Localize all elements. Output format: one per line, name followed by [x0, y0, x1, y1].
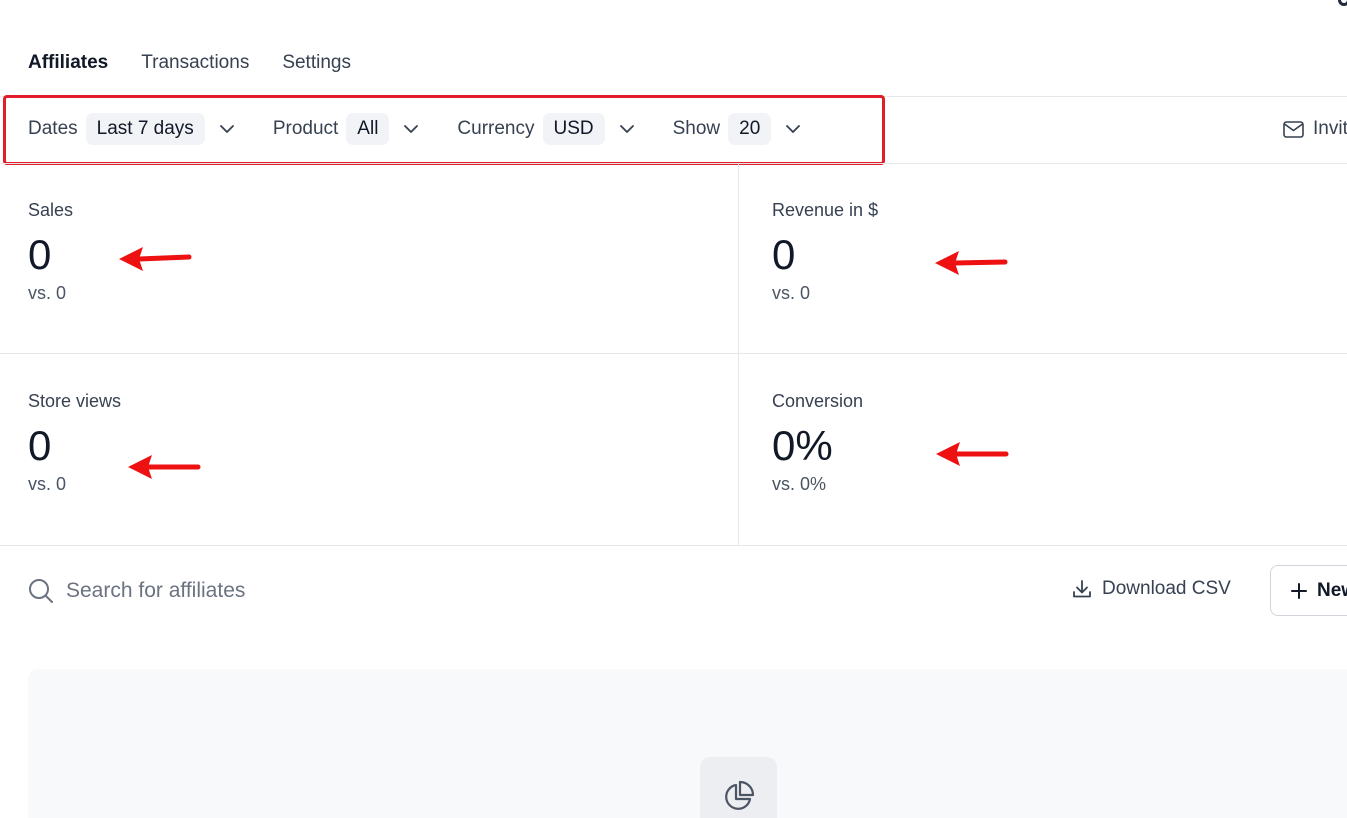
- conversion-stat: Conversion 0% vs. 0%: [772, 391, 863, 495]
- divider: [0, 163, 1347, 164]
- show-filter-label: Show: [672, 118, 721, 139]
- divider: [0, 353, 1347, 354]
- currency-filter-value[interactable]: USD: [542, 113, 605, 145]
- show-filter-value[interactable]: 20: [728, 113, 772, 145]
- chevron-down-icon[interactable]: [783, 119, 803, 139]
- store-views-stat: Store views 0 vs. 0: [28, 391, 121, 495]
- stat-compare: vs. 0%: [772, 474, 827, 494]
- stat-title: Store views: [28, 391, 122, 411]
- stats-vertical-divider: [738, 164, 739, 545]
- stat-value: 0: [28, 231, 52, 278]
- product-filter-label: Product: [272, 118, 339, 139]
- stat-compare: vs. 0: [28, 474, 67, 494]
- stat-compare: vs. 0: [772, 283, 811, 303]
- show-filter[interactable]: Show 20: [673, 113, 804, 145]
- download-csv-label: Download CSV: [1102, 578, 1231, 599]
- annotation-arrow: [119, 247, 192, 271]
- invite-label: Invit: [1313, 118, 1347, 139]
- stat-value: 0%: [772, 422, 833, 469]
- currency-filter[interactable]: Currency USD: [457, 113, 636, 145]
- chevron-down-icon[interactable]: [217, 119, 237, 139]
- stat-compare: vs. 0: [28, 283, 67, 303]
- tab-transactions[interactable]: Transactions: [141, 52, 249, 74]
- tab-settings[interactable]: Settings: [282, 52, 351, 74]
- download-icon: [1073, 580, 1091, 598]
- annotation-arrow: [935, 251, 1008, 275]
- dates-filter[interactable]: Dates Last 7 days: [28, 113, 237, 145]
- currency-filter-label: Currency: [457, 118, 535, 139]
- new-affiliate-button[interactable]: New: [1270, 565, 1347, 616]
- chevron-down-icon[interactable]: [401, 119, 421, 139]
- empty-state-panel: [28, 669, 1347, 818]
- chevron-down-icon[interactable]: [617, 119, 637, 139]
- product-filter-value[interactable]: All: [346, 113, 390, 145]
- product-filter[interactable]: Product All: [273, 113, 422, 145]
- tab-affiliates[interactable]: Affiliates: [28, 52, 108, 74]
- stat-title: Sales: [28, 200, 74, 220]
- search-bar: [28, 578, 466, 604]
- annotation-arrow: [128, 455, 201, 479]
- stat-title: Revenue in $: [772, 200, 879, 220]
- new-affiliate-label: New: [1317, 579, 1347, 601]
- search-icon: [29, 579, 53, 603]
- stat-value: 0: [772, 231, 796, 278]
- invite-button[interactable]: Invit: [1283, 118, 1347, 140]
- dates-filter-value[interactable]: Last 7 days: [85, 113, 205, 145]
- pie-chart-icon: [724, 780, 754, 810]
- corner-partial-icon: [1338, 0, 1347, 6]
- search-input[interactable]: [66, 579, 466, 603]
- download-csv-button[interactable]: Download CSV: [1071, 578, 1231, 600]
- mail-icon: [1283, 120, 1304, 138]
- filter-bar: Dates Last 7 days Product All Currency U…: [28, 113, 803, 145]
- revenue-stat: Revenue in $ 0 vs. 0: [772, 200, 878, 304]
- divider: [0, 96, 1347, 97]
- divider: [0, 545, 1347, 546]
- sales-stat: Sales 0 vs. 0: [28, 200, 73, 304]
- tab-bar: Affiliates Transactions Settings: [28, 52, 351, 74]
- plus-icon: [1291, 582, 1307, 599]
- annotation-arrow: [936, 442, 1009, 466]
- stat-title: Conversion: [772, 391, 864, 411]
- empty-state-icon-tile: [700, 757, 777, 818]
- stat-value: 0: [28, 422, 52, 469]
- dates-filter-label: Dates: [28, 118, 78, 139]
